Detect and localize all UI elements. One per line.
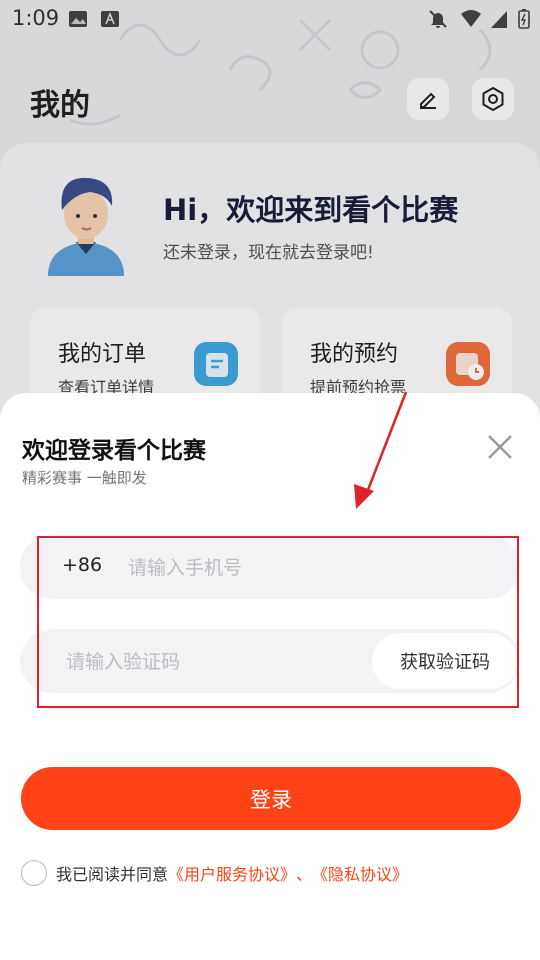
user-agreement-link[interactable]: 《用户服务协议》 xyxy=(168,861,296,885)
agreement-row: 我已阅读并同意 《用户服务协议》 、 《隐私协议》 xyxy=(21,858,408,888)
agreement-checkbox[interactable] xyxy=(21,860,47,886)
login-button[interactable]: 登录 xyxy=(21,767,521,830)
annotation-highlight-box xyxy=(37,536,519,708)
agreement-text: 我已阅读并同意 xyxy=(56,865,169,884)
privacy-policy-link[interactable]: 《隐私协议》 xyxy=(312,861,408,885)
login-subtitle: 精彩赛事 一触即发 xyxy=(22,469,147,487)
agreement-separator: 、 xyxy=(296,865,313,884)
close-icon[interactable] xyxy=(486,433,514,461)
login-title: 欢迎登录看个比赛 xyxy=(22,438,206,464)
